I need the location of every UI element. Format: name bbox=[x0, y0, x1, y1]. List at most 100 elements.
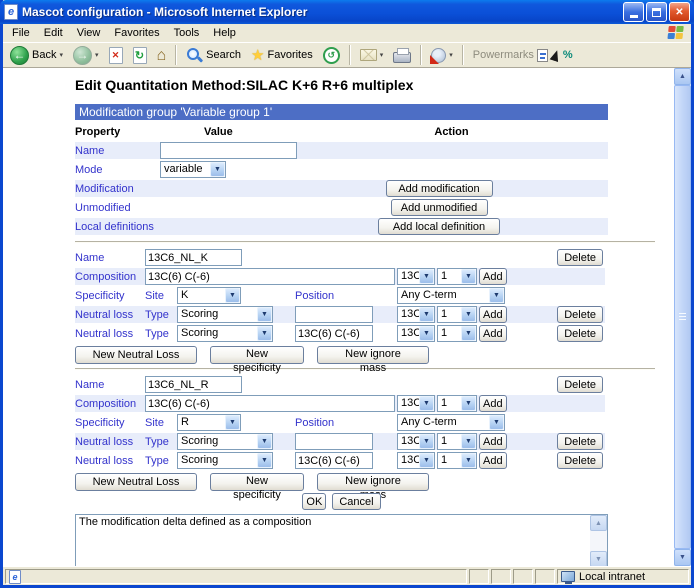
nl-count-select[interactable]: 1 ▼ bbox=[437, 325, 477, 342]
site-select[interactable]: K ▼ bbox=[177, 287, 241, 304]
nl-type-select[interactable]: Scoring ▼ bbox=[177, 325, 273, 342]
nl-type-select[interactable]: Scoring ▼ bbox=[177, 433, 273, 450]
chevron-down-icon: ▼ bbox=[225, 415, 240, 430]
description-textarea[interactable]: The modification delta defined as a comp… bbox=[75, 514, 608, 566]
nl-element-select[interactable]: 13C ▼ bbox=[397, 306, 435, 323]
scroll-down-icon[interactable]: ▼ bbox=[590, 551, 607, 566]
new-ignore-mass-button[interactable]: New ignore mass bbox=[317, 346, 429, 374]
menu-favorites[interactable]: Favorites bbox=[107, 25, 166, 41]
composition-input[interactable] bbox=[145, 268, 395, 285]
add-modification-button[interactable]: Add modification bbox=[385, 180, 493, 197]
nl-type-select[interactable]: Scoring ▼ bbox=[177, 306, 273, 323]
ok-button[interactable]: OK bbox=[302, 493, 327, 510]
vertical-scrollbar[interactable]: ▲ ▼ bbox=[674, 68, 691, 566]
mod-name-row: Name Delete bbox=[75, 376, 605, 393]
mail-button[interactable]: ▾ bbox=[357, 48, 387, 62]
nl-element-select[interactable]: 13C ▼ bbox=[397, 433, 435, 450]
cancel-button[interactable]: Cancel bbox=[332, 493, 381, 510]
textarea-scrollbar[interactable]: ▲ ▼ bbox=[590, 515, 607, 566]
composition-input[interactable] bbox=[145, 395, 395, 412]
toolbar-separator bbox=[175, 45, 178, 65]
site-select-value: R bbox=[181, 416, 189, 428]
delete-mod-button[interactable]: Delete bbox=[557, 376, 604, 393]
scroll-up-icon: ▲ bbox=[679, 73, 686, 80]
window-title: Mascot configuration - Microsoft Interne… bbox=[22, 5, 308, 19]
group-name-input[interactable] bbox=[160, 142, 297, 159]
menu-tools[interactable]: Tools bbox=[167, 25, 207, 41]
new-neutral-loss-button[interactable]: New Neutral Loss bbox=[75, 346, 197, 364]
new-specificity-button[interactable]: New specificity bbox=[210, 346, 304, 374]
new-neutral-loss-button[interactable]: New Neutral Loss bbox=[75, 473, 197, 491]
add-element-button[interactable]: Add bbox=[479, 268, 507, 285]
add-unmodified-button[interactable]: Add unmodified bbox=[390, 199, 488, 216]
nl-count-select[interactable]: 1 ▼ bbox=[437, 452, 477, 469]
scrollbar-thumb[interactable] bbox=[674, 85, 691, 549]
menu-view[interactable]: View bbox=[70, 25, 108, 41]
delete-nl-button[interactable]: Delete bbox=[557, 452, 604, 469]
print-button[interactable] bbox=[390, 47, 414, 64]
add-nl-element-button[interactable]: Add bbox=[479, 452, 507, 469]
add-element-button[interactable]: Add bbox=[479, 395, 507, 412]
nl-element-select[interactable]: 13C ▼ bbox=[397, 325, 435, 342]
add-nl-element-button[interactable]: Add bbox=[479, 325, 507, 342]
site-select[interactable]: R ▼ bbox=[177, 414, 241, 431]
delete-nl-button[interactable]: Delete bbox=[557, 325, 604, 342]
description-text[interactable]: The modification delta defined as a comp… bbox=[76, 515, 590, 566]
nl-composition-input[interactable] bbox=[295, 433, 373, 450]
convert-to-pdf-button[interactable]: ▾ bbox=[428, 47, 456, 64]
home-button[interactable]: ⌂ bbox=[154, 46, 170, 65]
mod-name-input[interactable] bbox=[145, 249, 242, 266]
chevron-down-icon: ▼ bbox=[489, 415, 504, 430]
menu-file[interactable]: File bbox=[5, 25, 37, 41]
nl-count-select[interactable]: 1 ▼ bbox=[437, 433, 477, 450]
forward-button[interactable]: → ▾ bbox=[70, 45, 102, 66]
scroll-down-button[interactable]: ▼ bbox=[674, 549, 691, 566]
nl-count-select[interactable]: 1 ▼ bbox=[437, 306, 477, 323]
menu-edit[interactable]: Edit bbox=[37, 25, 70, 41]
element-select[interactable]: 13C ▼ bbox=[397, 268, 435, 285]
scroll-up-button[interactable]: ▲ bbox=[674, 68, 691, 85]
refresh-button[interactable]: ↻ bbox=[130, 46, 150, 65]
maximize-button[interactable] bbox=[646, 2, 667, 22]
scroll-up-icon[interactable]: ▲ bbox=[590, 515, 607, 531]
delete-nl-button[interactable]: Delete bbox=[557, 306, 604, 323]
nl-element-select[interactable]: 13C ▼ bbox=[397, 452, 435, 469]
delete-nl-button[interactable]: Delete bbox=[557, 433, 604, 450]
add-nl-element-button[interactable]: Add bbox=[479, 433, 507, 450]
minimize-button[interactable] bbox=[623, 2, 644, 22]
nl-composition-input[interactable] bbox=[295, 325, 373, 342]
menu-help[interactable]: Help bbox=[206, 25, 243, 41]
powermarks-percent-icon[interactable]: % bbox=[563, 49, 573, 61]
toolbar-separator bbox=[348, 45, 351, 65]
refresh-glyph: ↻ bbox=[134, 49, 145, 62]
ie-logo-glyph: e bbox=[7, 6, 15, 18]
type-label: Type bbox=[145, 433, 177, 450]
new-specificity-button[interactable]: New specificity bbox=[210, 473, 304, 501]
close-button[interactable]: ✕ bbox=[669, 2, 690, 22]
search-button[interactable]: Search bbox=[183, 46, 244, 65]
count-select[interactable]: 1 ▼ bbox=[437, 395, 477, 412]
add-nl-element-button[interactable]: Add bbox=[479, 306, 507, 323]
chevron-down-icon: ▼ bbox=[419, 326, 434, 341]
powermarks-pen-icon[interactable] bbox=[549, 48, 561, 61]
position-select[interactable]: Any C-term ▼ bbox=[397, 287, 505, 304]
stop-button[interactable]: ✕ bbox=[106, 46, 126, 65]
nl-composition-input[interactable] bbox=[295, 452, 373, 469]
new-ignore-mass-button[interactable]: New ignore mass bbox=[317, 473, 429, 501]
add-local-definition-button[interactable]: Add local definition bbox=[378, 218, 500, 235]
status-pane bbox=[535, 569, 555, 584]
nl-composition-input[interactable] bbox=[295, 306, 373, 323]
stop-glyph: ✕ bbox=[111, 49, 120, 60]
position-select[interactable]: Any C-term ▼ bbox=[397, 414, 505, 431]
history-button[interactable]: ↺ bbox=[320, 46, 343, 65]
delete-mod-button[interactable]: Delete bbox=[557, 249, 604, 266]
count-select[interactable]: 1 ▼ bbox=[437, 268, 477, 285]
powermarks-page-icon[interactable] bbox=[536, 48, 548, 62]
group-properties-table: Property Value Action Name Mode variable bbox=[75, 121, 608, 237]
element-select[interactable]: 13C ▼ bbox=[397, 395, 435, 412]
favorites-button[interactable]: ★ Favorites bbox=[248, 47, 316, 64]
mode-select[interactable]: variable ▼ bbox=[160, 161, 226, 178]
nl-type-select[interactable]: Scoring ▼ bbox=[177, 452, 273, 469]
mod-name-input[interactable] bbox=[145, 376, 242, 393]
back-button[interactable]: ← Back ▾ bbox=[7, 45, 66, 66]
